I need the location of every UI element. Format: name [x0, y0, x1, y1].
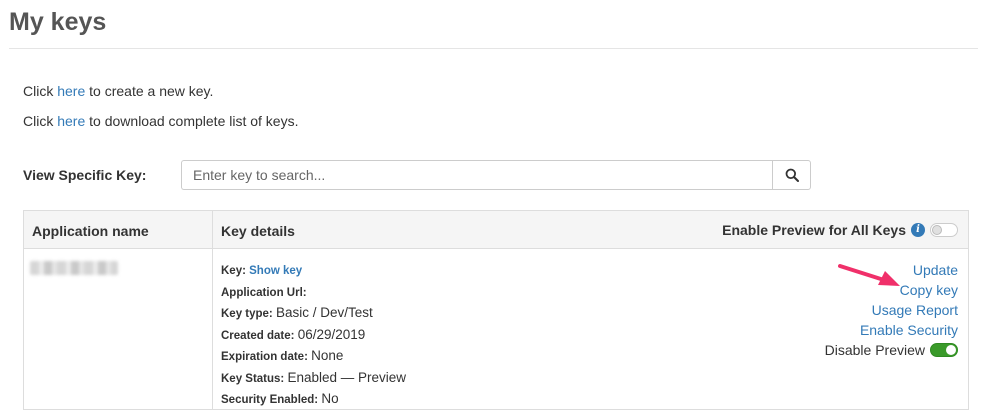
key-status-label: Key Status:	[221, 372, 285, 385]
download-keys-link[interactable]: here	[57, 113, 85, 129]
key-type-value: Basic / Dev/Test	[275, 305, 373, 320]
created-date-label: Created date:	[221, 329, 295, 342]
app-url-label: Application Url:	[221, 286, 307, 299]
table-header: Application name Key details Enable Prev…	[24, 211, 968, 249]
application-name-redacted	[30, 261, 118, 275]
disable-preview-toggle[interactable]	[930, 343, 958, 357]
detail-app-url: Application Url:	[221, 282, 406, 304]
info-icon[interactable]: i	[911, 223, 925, 237]
key-type-label: Key type:	[221, 308, 273, 320]
search-button[interactable]	[772, 160, 811, 190]
download-keys-line: Click here to download complete list of …	[23, 112, 299, 130]
toggle-knob	[932, 225, 942, 235]
detail-key-status: Key Status: Enabled — Preview	[221, 368, 406, 390]
keys-table: Application name Key details Enable Prev…	[23, 210, 969, 410]
usage-report-link[interactable]: Usage Report	[825, 300, 958, 320]
create-key-link[interactable]: here	[57, 83, 85, 99]
expiration-date-value: None	[311, 348, 344, 363]
search-group	[181, 160, 811, 190]
security-enabled-label: Security Enabled:	[221, 394, 319, 406]
enable-preview-all-toggle[interactable]	[930, 223, 958, 237]
column-divider	[212, 211, 213, 409]
expiration-date-label: Expiration date:	[221, 351, 308, 363]
download-keys-suffix: to download complete list of keys.	[85, 113, 299, 129]
disable-preview-label: Disable Preview	[824, 342, 925, 358]
key-status-value: Enabled — Preview	[287, 369, 407, 385]
header-application-name: Application name	[32, 223, 149, 239]
security-enabled-value: No	[321, 391, 339, 406]
page-title: My keys	[9, 8, 107, 36]
download-keys-prefix: Click	[23, 113, 58, 129]
create-key-line: Click here to create a new key.	[23, 82, 213, 100]
detail-key: Key: Show key	[221, 261, 406, 282]
search-label: View Specific Key:	[23, 167, 147, 183]
create-key-prefix: Click	[23, 83, 58, 99]
enable-security-link[interactable]: Enable Security	[825, 320, 958, 340]
detail-created-date: Created date: 06/29/2019	[221, 325, 406, 347]
created-date-value: 06/29/2019	[297, 326, 366, 342]
detail-security-enabled: Security Enabled: No	[221, 389, 406, 411]
search-input[interactable]	[181, 160, 772, 190]
key-label: Key:	[221, 265, 246, 277]
disable-preview-row: Disable Preview	[825, 340, 958, 360]
detail-expiration-date: Expiration date: None	[221, 346, 406, 368]
toggle-knob	[946, 345, 956, 355]
enable-preview-all-group: Enable Preview for All Keys i	[722, 221, 958, 239]
annotation-arrow-icon	[838, 264, 900, 286]
header-key-details: Key details	[221, 223, 295, 239]
key-details: Key: Show key Application Url: Key type:…	[221, 261, 406, 411]
show-key-link[interactable]: Show key	[249, 265, 302, 277]
create-key-suffix: to create a new key.	[85, 83, 214, 99]
header-enable-preview-all: Enable Preview for All Keys	[722, 222, 906, 238]
search-icon	[785, 168, 799, 182]
detail-key-type: Key type: Basic / Dev/Test	[221, 303, 406, 325]
title-divider	[9, 48, 978, 49]
